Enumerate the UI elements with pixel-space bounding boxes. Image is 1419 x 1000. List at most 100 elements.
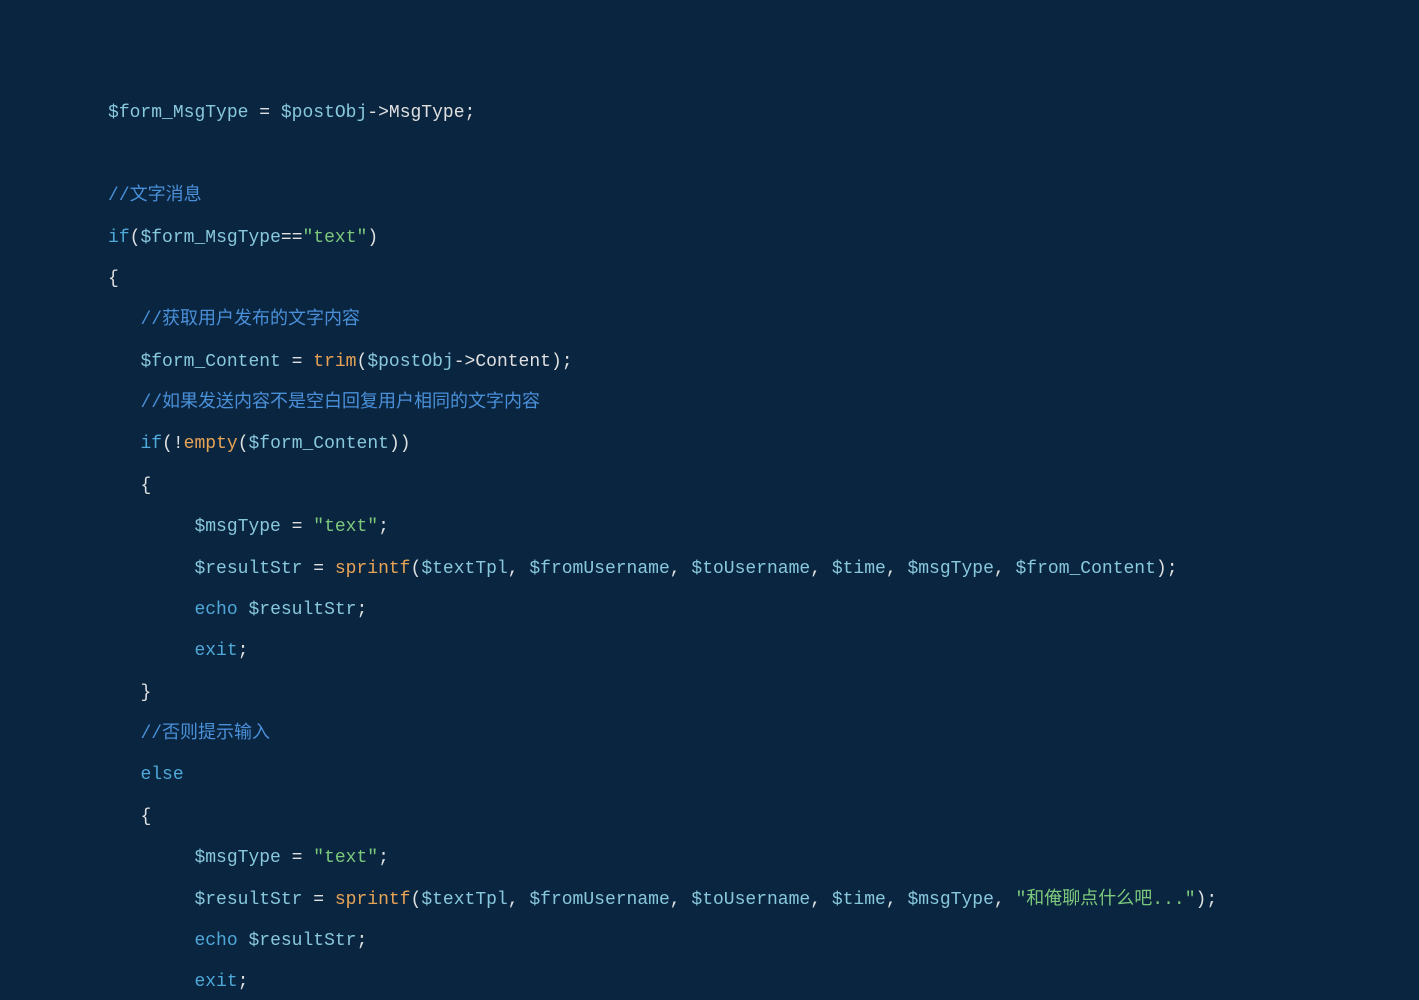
comma: ,	[670, 559, 692, 579]
variable: $msgType	[194, 517, 280, 537]
semicolon: ;	[1167, 559, 1178, 579]
code-line: }	[0, 683, 1419, 704]
code-line: //否则提示输入	[0, 724, 1419, 745]
code-line: //文字消息	[0, 186, 1419, 207]
variable: $resultStr	[194, 890, 302, 910]
comment: //文字消息	[108, 186, 202, 206]
code-line: if($form_MsgType=="text")	[0, 228, 1419, 249]
code-line: $msgType = "text";	[0, 848, 1419, 869]
variable: $time	[832, 559, 886, 579]
semicolon: ;	[465, 103, 476, 123]
paren: (	[130, 228, 141, 248]
keyword-exit: exit	[194, 972, 237, 992]
code-line: exit;	[0, 972, 1419, 993]
code-line: $resultStr = sprintf($textTpl, $fromUser…	[0, 559, 1419, 580]
variable: $time	[832, 890, 886, 910]
variable: $toUsername	[691, 890, 810, 910]
paren: )	[1196, 890, 1207, 910]
variable: $from_Content	[1015, 559, 1155, 579]
paren: (	[162, 434, 173, 454]
paren: )	[400, 434, 411, 454]
code-line: //如果发送内容不是空白回复用户相同的文字内容	[0, 393, 1419, 414]
variable: $postObj	[281, 103, 367, 123]
paren: (	[411, 890, 422, 910]
paren: )	[1156, 559, 1167, 579]
keyword-else: else	[140, 765, 183, 785]
comma: ,	[810, 559, 832, 579]
string: "text"	[303, 228, 368, 248]
variable: $form_Content	[249, 434, 389, 454]
brace: }	[140, 683, 151, 703]
comment: //否则提示输入	[140, 724, 270, 744]
code-line: {	[0, 807, 1419, 828]
function-call: sprintf	[335, 890, 411, 910]
variable: $form_Content	[140, 352, 280, 372]
arrow-operator: ->	[454, 352, 476, 372]
arrow-operator: ->	[367, 103, 389, 123]
variable: $postObj	[367, 352, 453, 372]
function-call: trim	[313, 352, 356, 372]
code-line: $form_MsgType = $postObj->MsgType;	[0, 103, 1419, 124]
keyword-echo: echo	[194, 931, 237, 951]
code-line: //获取用户发布的文字内容	[0, 310, 1419, 331]
code-line: else	[0, 765, 1419, 786]
operator: ==	[281, 228, 303, 248]
semicolon: ;	[1206, 890, 1217, 910]
operator: =	[302, 559, 334, 579]
operator: =	[281, 848, 313, 868]
semicolon: ;	[238, 972, 249, 992]
variable: $resultStr	[194, 559, 302, 579]
space	[238, 931, 249, 951]
variable: $fromUsername	[529, 559, 669, 579]
semicolon: ;	[357, 600, 368, 620]
keyword-exit: exit	[194, 641, 237, 661]
comma: ,	[508, 559, 530, 579]
variable: $msgType	[907, 559, 993, 579]
paren: (	[357, 352, 368, 372]
string: "text"	[313, 848, 378, 868]
operator: =	[281, 352, 313, 372]
semicolon: ;	[378, 848, 389, 868]
variable: $msgType	[907, 890, 993, 910]
variable: $resultStr	[248, 600, 356, 620]
comma: ,	[670, 890, 692, 910]
code-line: $resultStr = sprintf($textTpl, $fromUser…	[0, 890, 1419, 911]
code-editor[interactable]: $form_MsgType = $postObj->MsgType; //文字消…	[0, 83, 1419, 1000]
semicolon: ;	[357, 931, 368, 951]
comma: ,	[994, 890, 1016, 910]
operator: =	[302, 890, 334, 910]
code-line: if(!empty($form_Content))	[0, 434, 1419, 455]
comment: //如果发送内容不是空白回复用户相同的文字内容	[140, 393, 540, 413]
operator: =	[248, 103, 280, 123]
string: "和俺聊点什么吧..."	[1015, 890, 1195, 910]
keyword-if: if	[108, 228, 130, 248]
comma: ,	[810, 890, 832, 910]
variable: $textTpl	[421, 890, 507, 910]
code-line: echo $resultStr;	[0, 931, 1419, 952]
code-line: $msgType = "text";	[0, 517, 1419, 538]
brace: {	[140, 807, 151, 827]
operator: !	[173, 434, 184, 454]
comma: ,	[886, 559, 908, 579]
comment: //获取用户发布的文字内容	[140, 310, 360, 330]
code-line-blank	[0, 145, 1419, 166]
semicolon: ;	[562, 352, 573, 372]
property: MsgType	[389, 103, 465, 123]
code-line: {	[0, 476, 1419, 497]
paren: )	[389, 434, 400, 454]
keyword-if: if	[140, 434, 162, 454]
function-call: empty	[184, 434, 238, 454]
operator: =	[281, 517, 313, 537]
comma: ,	[886, 890, 908, 910]
paren: )	[367, 228, 378, 248]
variable: $fromUsername	[529, 890, 669, 910]
variable: $msgType	[194, 848, 280, 868]
code-line: $form_Content = trim($postObj->Content);	[0, 352, 1419, 373]
variable: $form_MsgType	[140, 228, 280, 248]
brace: {	[140, 476, 151, 496]
code-line: echo $resultStr;	[0, 600, 1419, 621]
function-call: sprintf	[335, 559, 411, 579]
comma: ,	[994, 559, 1016, 579]
keyword-echo: echo	[194, 600, 237, 620]
semicolon: ;	[378, 517, 389, 537]
